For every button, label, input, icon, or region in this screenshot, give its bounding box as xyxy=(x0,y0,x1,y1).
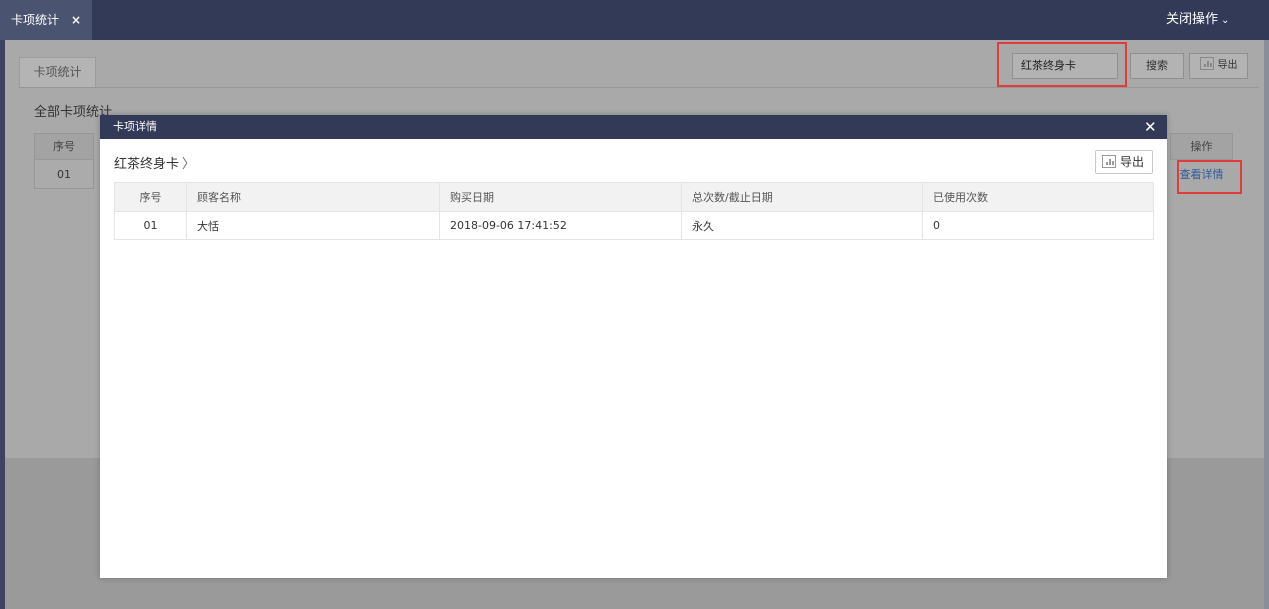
column-header-used-count: 已使用次数 xyxy=(922,182,1154,212)
bg-cell-index: 01 xyxy=(34,160,94,189)
column-header-total-expiry: 总次数/截止日期 xyxy=(681,182,923,212)
cell-index: 01 xyxy=(114,211,187,240)
export-chart-icon xyxy=(1199,57,1214,70)
highlight-box-view-details xyxy=(1177,160,1242,194)
cell-customer-name: 大恬 xyxy=(186,211,440,240)
column-header-customer-name: 顾客名称 xyxy=(186,182,440,212)
cell-used-count: 0 xyxy=(922,211,1154,240)
tab-label: 卡项统计 xyxy=(11,13,60,27)
card-details-table: 序号 顾客名称 购买日期 总次数/截止日期 已使用次数 01 大恬 2018-0… xyxy=(114,182,1154,240)
modal-export-button[interactable]: 导出 xyxy=(1095,150,1153,174)
tab-close-icon[interactable]: × xyxy=(71,0,81,40)
right-scrollbar-edge xyxy=(1264,40,1269,609)
modal-header: 卡项详情 ✕ xyxy=(100,115,1167,139)
cell-total-expiry: 永久 xyxy=(681,211,923,240)
breadcrumb-card-name[interactable]: 红茶终身卡 xyxy=(114,157,179,172)
table-header-row: 序号 顾客名称 购买日期 总次数/截止日期 已使用次数 xyxy=(114,182,1154,212)
cell-purchase-date: 2018-09-06 17:41:52 xyxy=(439,211,682,240)
highlight-box-search xyxy=(997,42,1127,87)
chevron-down-icon: ⌄ xyxy=(1221,15,1230,26)
close-operations-menu[interactable]: 关闭操作 ⌄ xyxy=(1166,0,1229,41)
card-details-modal: 卡项详情 ✕ 红茶终身卡〉 导出 序号 顾客名称 购买日期 总次数/截止日期 已… xyxy=(100,115,1167,578)
modal-export-label: 导出 xyxy=(1120,155,1145,169)
export-chart-icon xyxy=(1102,155,1116,168)
column-header-purchase-date: 购买日期 xyxy=(439,182,682,212)
modal-title: 卡项详情 xyxy=(113,120,157,133)
close-icon[interactable]: ✕ xyxy=(1144,117,1157,137)
subtab-divider xyxy=(19,87,1259,88)
bg-column-header-action: 操作 xyxy=(1170,133,1233,160)
bg-column-header-index: 序号 xyxy=(34,133,94,160)
subtab-card-statistics[interactable]: 卡项统计 xyxy=(19,57,96,87)
search-button[interactable]: 搜索 xyxy=(1130,53,1184,79)
export-button-label: 导出 xyxy=(1217,60,1238,71)
top-bar: 卡项统计 × 关闭操作 ⌄ xyxy=(0,0,1269,40)
export-button[interactable]: 导出 xyxy=(1189,53,1248,79)
breadcrumb: 红茶终身卡〉 xyxy=(114,153,195,172)
close-operations-label: 关闭操作 xyxy=(1166,12,1219,27)
breadcrumb-separator-icon: 〉 xyxy=(182,157,196,172)
table-row: 01 大恬 2018-09-06 17:41:52 永久 0 xyxy=(114,211,1154,240)
column-header-index: 序号 xyxy=(114,182,187,212)
tab-card-statistics[interactable]: 卡项统计 × xyxy=(0,0,92,40)
